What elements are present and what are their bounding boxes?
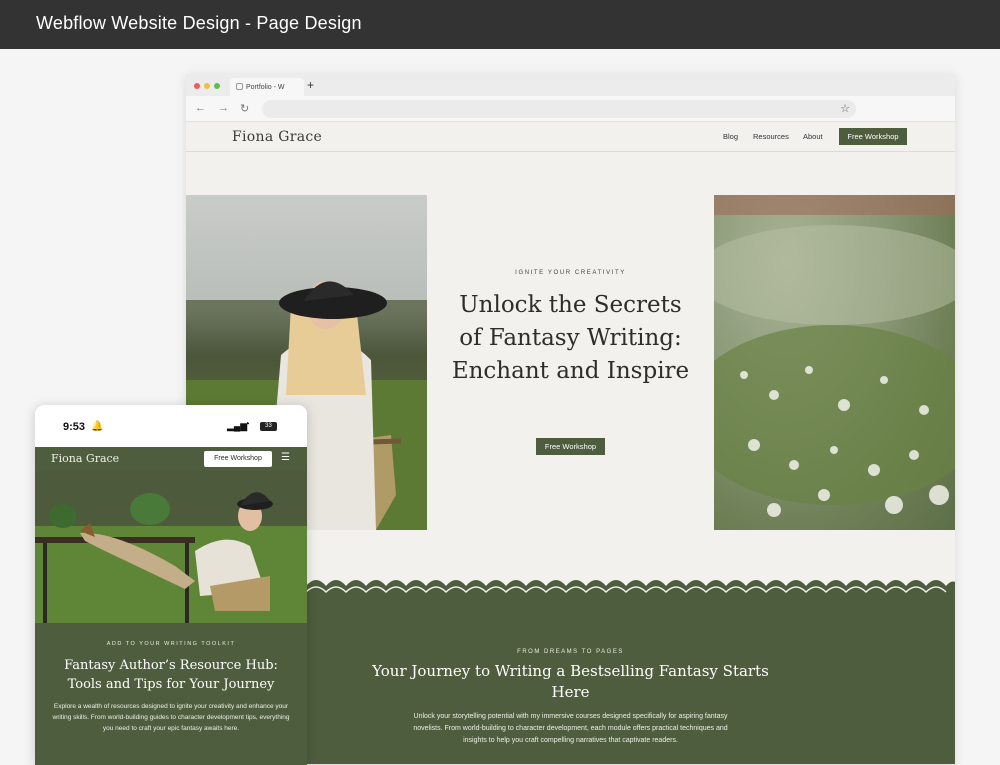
bell-icon: 🔔: [91, 421, 104, 432]
reload-icon[interactable]: ↻: [240, 102, 249, 115]
journey-heading: Your Journey to Writing a Bestselling Fa…: [372, 662, 769, 701]
browser-toolbar: ← → ↻ ☆: [186, 96, 955, 122]
page-title: Webflow Website Design - Page Design: [36, 13, 362, 33]
hamburger-menu-icon[interactable]: ☰: [281, 452, 290, 463]
mobile-free-workshop-button[interactable]: Free Workshop: [204, 451, 272, 467]
hero-flower-field-photo: [714, 195, 955, 530]
hero-free-workshop-button[interactable]: Free Workshop: [536, 438, 605, 455]
site-logo[interactable]: Fiona Grace: [232, 129, 322, 145]
address-bar[interactable]: ☆: [262, 100, 856, 118]
new-tab-button[interactable]: +: [307, 78, 314, 92]
nav-free-workshop-button[interactable]: Free Workshop: [839, 128, 907, 145]
status-time: 9:53: [63, 421, 86, 433]
battery-icon: 33: [260, 422, 277, 431]
woman-reclining-chair-illustration: [35, 471, 307, 623]
browser-tab[interactable]: Portfolio - W: [230, 78, 304, 96]
hero-kicker: IGNITE YOUR CREATIVITY: [515, 270, 626, 276]
wifi-icon: ◔: [244, 419, 251, 430]
journey-body: Unlock your storytelling potential with …: [413, 713, 728, 744]
mobile-hero-photo: [35, 471, 307, 623]
mobile-kicker: ADD TO YOUR WRITING TOOLKIT: [106, 641, 236, 647]
mobile-site-logo[interactable]: Fiona Grace: [51, 452, 119, 465]
mobile-body: Explore a wealth of resources designed t…: [52, 703, 290, 732]
bookmark-star-icon[interactable]: ☆: [840, 102, 850, 115]
nav-link-blog[interactable]: Blog: [723, 132, 738, 141]
mobile-mockup: 9:53 🔔 ▂▄▆ ◔ 33 Fiona Grace Free Worksho…: [35, 405, 307, 765]
phone-status-bar: 9:53 🔔 ▂▄▆ ◔ 33: [35, 405, 307, 447]
minimize-window-dot[interactable]: [204, 83, 210, 89]
hero-heading: Unlock the Secrets of Fantasy Writing: E…: [451, 292, 690, 384]
mobile-navbar: Fiona Grace Free Workshop ☰: [35, 447, 307, 471]
maximize-window-dot[interactable]: [214, 83, 220, 89]
mobile-heading: Fantasy Author’s Resource Hub: Tools and…: [64, 658, 278, 692]
browser-tab-strip: Portfolio - W +: [186, 74, 955, 96]
forward-arrow-icon[interactable]: →: [218, 102, 229, 114]
flower-field-illustration: [714, 195, 955, 517]
browser-tab-label: Portfolio - W: [246, 84, 285, 91]
close-window-dot[interactable]: [194, 83, 200, 89]
page-header: Webflow Website Design - Page Design: [0, 0, 1000, 49]
webflow-favicon-icon: [236, 83, 243, 90]
nav-link-resources[interactable]: Resources: [753, 132, 789, 141]
back-arrow-icon[interactable]: ←: [195, 102, 206, 114]
site-navbar: Fiona Grace Blog Resources About Free Wo…: [186, 122, 955, 152]
hero-content: IGNITE YOUR CREATIVITY Unlock the Secret…: [427, 195, 714, 530]
nav-link-about[interactable]: About: [803, 132, 823, 141]
